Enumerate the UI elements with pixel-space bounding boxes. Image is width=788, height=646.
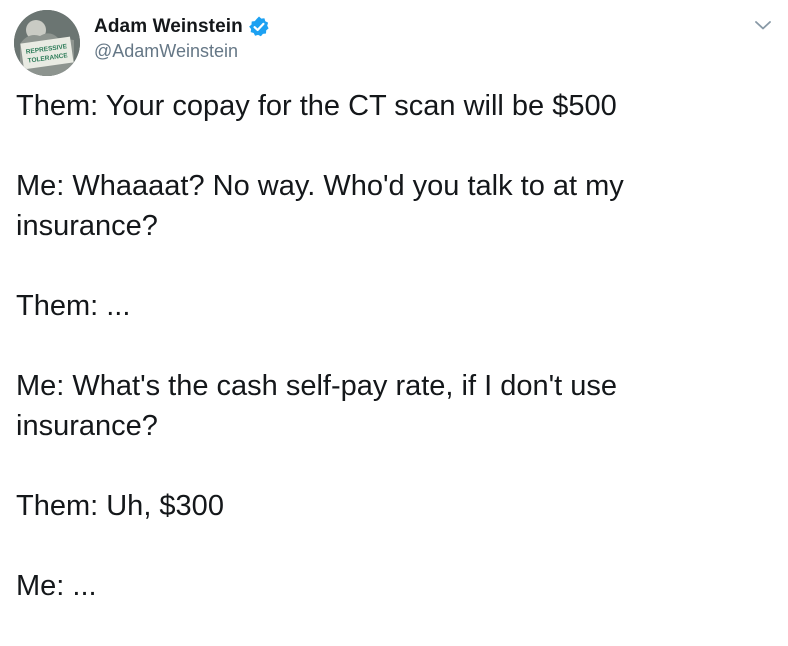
tweet: REPRESSIVE TOLERANCE Adam Weinstein @Ada…	[0, 0, 788, 614]
tweet-paragraph: Me: What's the cash self-pay rate, if I …	[16, 370, 618, 442]
avatar-image: REPRESSIVE TOLERANCE	[14, 10, 80, 76]
tweet-paragraph: Them: Uh, $300	[16, 490, 224, 522]
tweet-paragraph: Them: Your copay for the CT scan will be…	[16, 90, 617, 122]
tweet-paragraph: Them: ...	[16, 290, 131, 322]
avatar[interactable]: REPRESSIVE TOLERANCE	[14, 10, 80, 76]
tweet-paragraph: Me: Whaaaat? No way. Who'd you talk to a…	[16, 170, 624, 242]
verified-badge-icon	[247, 15, 271, 39]
tweet-paragraph: Me: ...	[16, 570, 97, 602]
author-name-row: Adam Weinstein	[94, 14, 271, 40]
display-name[interactable]: Adam Weinstein	[94, 16, 243, 38]
tweet-text: Them: Your copay for the CT scan will be…	[16, 86, 776, 646]
user-handle[interactable]: @AdamWeinstein	[94, 41, 238, 62]
chevron-down-icon[interactable]	[752, 14, 774, 36]
